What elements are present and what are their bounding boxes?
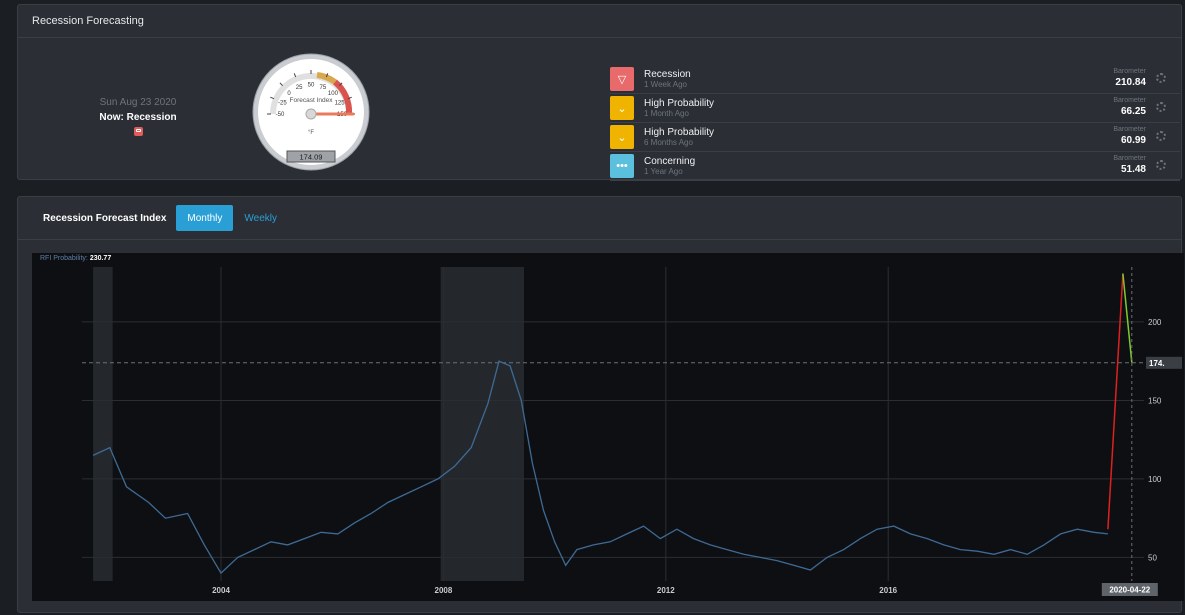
rfi-legend-label: RFI Probability:: [40, 255, 88, 262]
thumbs-down-icon: ▽: [610, 67, 634, 91]
barometer-label: Barometer: [1113, 68, 1146, 75]
chevron-down-icon: ⌄: [610, 96, 634, 120]
barometer-status: High Probability: [644, 98, 715, 109]
gauge-tick-label: 50: [308, 83, 315, 89]
rfi-legend-value: 230.77: [89, 255, 112, 262]
barometer-label: Barometer: [1113, 155, 1146, 162]
x-tick-label: 2012: [657, 586, 675, 595]
x-tick-label: 2004: [212, 586, 230, 595]
gauge-unit: °F: [308, 130, 314, 136]
thumbs-down-icon: [133, 127, 143, 136]
rfi-chart[interactable]: RFI Probability: 230.77 50 100 150 200 2004 2…: [32, 253, 1184, 601]
current-value-label: 174.: [1149, 359, 1165, 368]
gear-icon[interactable]: [1156, 102, 1166, 112]
gauge-tick-label: -25: [278, 101, 287, 107]
panel-title: Recession Forecasting: [18, 5, 1181, 38]
barometer-row-1-year: ••• Concerning 1 Year Ago Barometer 51.4…: [610, 152, 1180, 181]
now-status: Now: Recession: [99, 112, 177, 123]
barometer-time: 1 Week Ago: [644, 80, 687, 89]
current-date: Sun Aug 23 2020: [99, 97, 177, 108]
gauge-hub: [305, 108, 317, 120]
barometer-value: 51.48: [1120, 164, 1146, 175]
barometer-value: 60.99: [1120, 135, 1146, 146]
gauge-tick-label: 125: [335, 101, 346, 107]
chevron-down-icon: ⌄: [610, 125, 634, 149]
gear-icon[interactable]: [1156, 73, 1166, 83]
barometer-list: ▽ Recession 1 Week Ago Barometer 210.84 …: [610, 65, 1180, 181]
barometer-value: 210.84: [1115, 77, 1146, 88]
barometer-row-6-months: ⌄ High Probability 6 Months Ago Baromete…: [610, 123, 1180, 152]
ellipsis-icon: •••: [610, 154, 634, 178]
recession-band: [93, 267, 113, 581]
recession-forecast-index-panel: Recession Forecast Index Monthly Weekly …: [17, 196, 1184, 613]
barometer-time: 1 Year Ago: [644, 167, 683, 176]
gear-icon[interactable]: [1156, 131, 1166, 141]
crosshair-date-label: 2020-04-22: [1109, 586, 1150, 595]
recession-forecasting-panel: Recession Forecasting Sun Aug 23 2020 No…: [17, 4, 1182, 181]
gear-icon[interactable]: [1156, 160, 1166, 170]
gauge-tick-label: 75: [320, 85, 327, 91]
current-status: Sun Aug 23 2020 Now: Recession: [78, 97, 198, 141]
index-title: Recession Forecast Index: [43, 212, 167, 224]
barometer-status: Recession: [644, 69, 691, 80]
gauge-readout: 174.09: [300, 153, 323, 162]
barometer-status: High Probability: [644, 127, 715, 138]
gauge-tick-label: 25: [296, 85, 303, 91]
barometer-row-1-week: ▽ Recession 1 Week Ago Barometer 210.84: [610, 65, 1180, 94]
barometer-label: Barometer: [1113, 97, 1146, 104]
gauge-tick-label: -50: [276, 112, 285, 118]
spike-up-line: [1107, 273, 1124, 530]
x-tick-label: 2016: [879, 586, 897, 595]
rfi-chart-svg: 50 100 150 200 2004 2008 2012 2016 174. 2020-04-2…: [82, 267, 1182, 596]
y-tick-label: 150: [1148, 397, 1162, 406]
barometer-value: 66.25: [1120, 106, 1146, 117]
barometer-status: Concerning: [644, 156, 696, 167]
rfi-series-line: [92, 360, 1108, 575]
barometer-row-1-month: ⌄ High Probability 1 Month Ago Barometer…: [610, 94, 1180, 123]
y-tick-label: 100: [1148, 475, 1162, 484]
recession-band: [440, 267, 524, 581]
barometer-time: 1 Month Ago: [644, 109, 689, 118]
y-tick-label: 50: [1148, 553, 1157, 562]
x-tick-label: 2008: [435, 586, 453, 595]
barometer-time: 6 Months Ago: [644, 138, 693, 147]
index-header: Recession Forecast Index Monthly Weekly: [18, 197, 1181, 240]
gauge-title: Forecast Index: [290, 97, 334, 104]
forecast-gauge: -50-250255075100125150 Forecast Index °F…: [251, 52, 391, 177]
spike-down-line: [1122, 273, 1133, 363]
tab-weekly[interactable]: Weekly: [233, 205, 288, 231]
rfi-legend: RFI Probability: 230.77: [40, 255, 111, 262]
y-tick-label: 200: [1148, 318, 1162, 327]
tab-monthly[interactable]: Monthly: [176, 205, 234, 231]
barometer-label: Barometer: [1113, 126, 1146, 133]
